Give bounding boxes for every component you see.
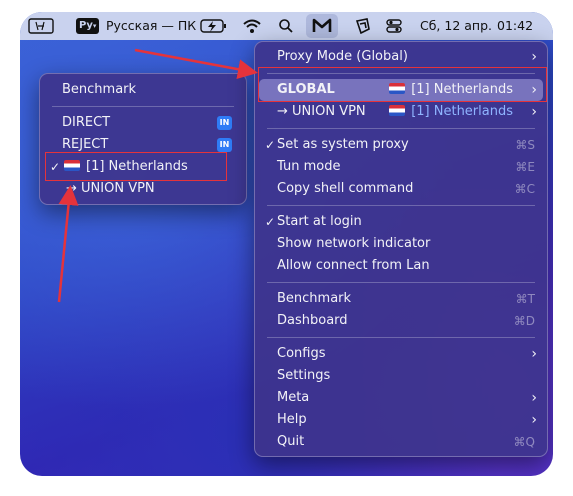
menubar-date[interactable]: Сб, 12 апр. [420, 12, 492, 40]
wifi-icon[interactable] [242, 18, 262, 34]
union-vpn-value: [1] Netherlands [389, 101, 513, 123]
input-source-flag-icon [28, 18, 54, 34]
checkmark-icon: ✓ [265, 215, 276, 229]
menu-item-dashboard[interactable]: Dashboard ⌘D [259, 310, 543, 332]
annotation-box-netherlands [45, 152, 227, 181]
direct-label: DIRECT [62, 115, 111, 130]
menu-item-set-system-proxy[interactable]: ✓ Set as system proxy ⌘S [259, 134, 543, 156]
shortcut-label: ⌘E [515, 160, 535, 174]
spotlight-search-icon[interactable] [278, 18, 294, 34]
chevron-right-icon: › [531, 104, 537, 120]
proxy-group-submenu: Benchmark DIRECT IN REJECT IN ✓ [1] Neth… [39, 73, 247, 205]
submenu-benchmark-label: Benchmark [62, 82, 137, 97]
badge-dropdown-icon: ▾ [92, 22, 97, 30]
checkmark-icon: ✓ [265, 138, 276, 152]
menu-item-start-at-login[interactable]: ✓ Start at login [259, 211, 543, 233]
netherlands-flag-icon [389, 105, 406, 116]
start-at-login-label: Start at login [277, 214, 362, 229]
quit-label: Quit [277, 434, 305, 449]
control-center-icon[interactable] [386, 18, 402, 34]
keyboard-layout-label[interactable]: Русская — ПК [106, 12, 196, 40]
menu-item-settings[interactable]: Settings [259, 365, 543, 387]
menu-separator [267, 128, 535, 129]
menu-separator [267, 282, 535, 283]
shortcut-label: ⌘C [514, 182, 535, 196]
set-system-proxy-label: Set as system proxy [277, 137, 409, 152]
battery-icon[interactable] [200, 18, 228, 34]
help-label: Help [277, 412, 307, 427]
union-vpn-value-label: [1] Netherlands [411, 104, 513, 119]
menu-item-help[interactable]: Help › [259, 409, 543, 431]
menu-item-allow-lan[interactable]: Allow connect from Lan [259, 255, 543, 277]
menu-item-proxy-mode[interactable]: Proxy Mode (Global) › [259, 46, 543, 68]
menu-item-configs[interactable]: Configs › [259, 343, 543, 365]
in-badge: IN [217, 116, 232, 130]
clash-m-icon [312, 18, 332, 32]
menu-item-quit[interactable]: Quit ⌘Q [259, 431, 543, 453]
menu-separator [267, 337, 535, 338]
clash-menubar-item[interactable] [306, 14, 338, 38]
submenu-item-direct[interactable]: DIRECT IN [44, 112, 242, 134]
reject-label: REJECT [62, 137, 109, 152]
menu-item-meta[interactable]: Meta › [259, 387, 543, 409]
shortcut-label: ⌘S [515, 138, 535, 152]
meta-label: Meta [277, 390, 310, 405]
chevron-right-icon: › [531, 346, 537, 362]
clash-main-menu: Proxy Mode (Global) › GLOBAL [1] Netherl… [254, 41, 548, 457]
union-vpn-label: → UNION VPN [277, 104, 366, 119]
menu-item-copy-shell-command[interactable]: Copy shell command ⌘C [259, 178, 543, 200]
vpn-shield-icon[interactable] [354, 18, 372, 34]
menu-item-union-vpn[interactable]: → UNION VPN [1] Netherlands › [259, 101, 543, 123]
copy-shell-label: Copy shell command [277, 181, 414, 196]
shortcut-label: ⌘Q [513, 435, 535, 449]
dashboard-label: Dashboard [277, 313, 348, 328]
in-badge: IN [217, 138, 232, 152]
menu-item-tun-mode[interactable]: Tun mode ⌘E [259, 156, 543, 178]
input-source-badge-label: Ру [79, 20, 93, 31]
input-source-badge[interactable]: Ру▾ [76, 18, 100, 34]
show-network-indicator-label: Show network indicator [277, 236, 431, 251]
union-vpn-label: → UNION VPN [66, 181, 155, 196]
proxy-mode-label: Proxy Mode (Global) [277, 49, 408, 64]
menu-bar: Ру▾ Русская — ПК Сб, 12 апр. 01:42 [20, 12, 553, 40]
menu-separator [267, 205, 535, 206]
shortcut-label: ⌘D [513, 314, 535, 328]
submenu-item-union-vpn[interactable]: → UNION VPN [44, 178, 242, 200]
submenu-benchmark[interactable]: Benchmark [44, 79, 242, 101]
settings-label: Settings [277, 368, 331, 383]
annotation-box-global [258, 67, 547, 102]
menu-item-benchmark[interactable]: Benchmark ⌘T [259, 288, 543, 310]
shortcut-label: ⌘T [515, 292, 535, 306]
menu-item-show-network-indicator[interactable]: Show network indicator [259, 233, 543, 255]
benchmark-label: Benchmark [277, 291, 352, 306]
chevron-right-icon: › [531, 49, 537, 65]
menubar-time[interactable]: 01:42 [497, 12, 533, 40]
configs-label: Configs [277, 346, 326, 361]
submenu-separator [52, 106, 234, 107]
tun-mode-label: Tun mode [277, 159, 341, 174]
chevron-right-icon: › [531, 390, 537, 406]
chevron-right-icon: › [531, 412, 537, 428]
allow-lan-label: Allow connect from Lan [277, 258, 430, 273]
